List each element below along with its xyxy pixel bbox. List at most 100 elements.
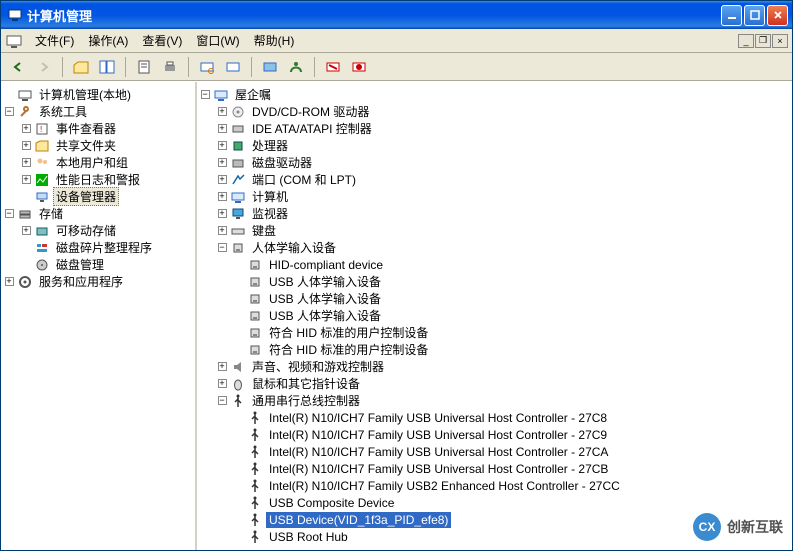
- menu-window[interactable]: 窗口(W): [190, 30, 245, 51]
- watermark-text: 创新互联: [727, 517, 783, 537]
- mdi-minimize-button[interactable]: _: [738, 34, 754, 48]
- tree-item[interactable]: + IDE ATA/ATAPI 控制器: [197, 120, 792, 137]
- show-hide-button[interactable]: [96, 56, 118, 78]
- close-button[interactable]: [767, 5, 788, 26]
- expand-icon[interactable]: +: [214, 376, 230, 392]
- expand-icon[interactable]: +: [18, 172, 34, 188]
- collapse-icon[interactable]: −: [197, 87, 213, 103]
- mdi-restore-button[interactable]: ❐: [755, 34, 771, 48]
- tree-item-label: USB Root Hub: [266, 529, 351, 545]
- hid-icon: [247, 291, 263, 307]
- titlebar[interactable]: 计算机管理: [1, 1, 792, 29]
- storage-icon: [17, 206, 33, 222]
- tree-item[interactable]: − 存储: [1, 205, 195, 222]
- left-tree-pane[interactable]: 计算机管理(本地) − 系统工具 +! 事件查看器 + 共享文件夹 + 本地用户…: [1, 82, 197, 550]
- expand-icon[interactable]: +: [214, 223, 230, 239]
- pc-icon: [213, 87, 229, 103]
- tree-item[interactable]: 磁盘碎片整理程序: [1, 239, 195, 256]
- tree-item[interactable]: HID-compliant device: [197, 256, 792, 273]
- toolbar-icon-1[interactable]: [259, 56, 281, 78]
- expand-icon[interactable]: +: [214, 189, 230, 205]
- minimize-button[interactable]: [721, 5, 742, 26]
- menu-view[interactable]: 查看(V): [136, 30, 188, 51]
- tree-item[interactable]: Intel(R) N10/ICH7 Family USB Universal H…: [197, 460, 792, 477]
- tree-item[interactable]: + 计算机: [197, 188, 792, 205]
- expand-icon[interactable]: +: [18, 223, 34, 239]
- tree-item[interactable]: 设备管理器: [1, 188, 195, 205]
- forward-button[interactable]: [33, 56, 55, 78]
- tools-icon: [17, 104, 33, 120]
- collapse-icon[interactable]: −: [1, 104, 17, 120]
- back-button[interactable]: [7, 56, 29, 78]
- tree-item[interactable]: USB 人体学输入设备: [197, 307, 792, 324]
- print-button[interactable]: [159, 56, 181, 78]
- tree-item[interactable]: Intel(R) N10/ICH7 Family USB2 Enhanced H…: [197, 477, 792, 494]
- mdi-close-button[interactable]: ×: [772, 34, 788, 48]
- tree-item[interactable]: + 端口 (COM 和 LPT): [197, 171, 792, 188]
- expand-icon[interactable]: +: [18, 155, 34, 171]
- tree-item[interactable]: − 通用串行总线控制器: [197, 392, 792, 409]
- expand-icon[interactable]: +: [214, 121, 230, 137]
- toolbar-icon-2[interactable]: [285, 56, 307, 78]
- toolbar-icon-4[interactable]: [348, 56, 370, 78]
- expand-icon[interactable]: +: [18, 138, 34, 154]
- tree-item[interactable]: − 系统工具: [1, 103, 195, 120]
- tree-item-label: USB Composite Device: [266, 495, 397, 511]
- tree-item[interactable]: + 可移动存储: [1, 222, 195, 239]
- tree-item[interactable]: Intel(R) N10/ICH7 Family USB Universal H…: [197, 443, 792, 460]
- mmc-icon: [5, 32, 23, 50]
- tree-item[interactable]: + 监视器: [197, 205, 792, 222]
- tree-item[interactable]: +! 事件查看器: [1, 120, 195, 137]
- tree-item[interactable]: + 共享文件夹: [1, 137, 195, 154]
- tree-item[interactable]: + 键盘: [197, 222, 792, 239]
- tree-item[interactable]: + 性能日志和警报: [1, 171, 195, 188]
- expand-icon[interactable]: +: [1, 274, 17, 290]
- tree-item[interactable]: + 服务和应用程序: [1, 273, 195, 290]
- usb-icon: [247, 427, 263, 443]
- expand-icon[interactable]: +: [18, 121, 34, 137]
- expand-icon[interactable]: +: [214, 172, 230, 188]
- tree-item[interactable]: 磁盘管理: [1, 256, 195, 273]
- expand-icon[interactable]: +: [214, 138, 230, 154]
- refresh-button[interactable]: [222, 56, 244, 78]
- monitor-icon: [230, 206, 246, 222]
- tree-item[interactable]: + 磁盘驱动器: [197, 154, 792, 171]
- tree-item[interactable]: 符合 HID 标准的用户控制设备: [197, 324, 792, 341]
- toolbar: [1, 53, 792, 81]
- tree-item[interactable]: 符合 HID 标准的用户控制设备: [197, 341, 792, 358]
- scan-button[interactable]: [196, 56, 218, 78]
- tree-item[interactable]: 计算机管理(本地): [1, 86, 195, 103]
- window-title: 计算机管理: [27, 6, 721, 25]
- right-tree-pane[interactable]: − 屋企嘱 + DVD/CD-ROM 驱动器 + IDE ATA/ATAPI 控…: [197, 82, 792, 550]
- maximize-button[interactable]: [744, 5, 765, 26]
- tree-item[interactable]: Intel(R) N10/ICH7 Family USB Universal H…: [197, 409, 792, 426]
- properties-button[interactable]: [133, 56, 155, 78]
- expand-icon[interactable]: +: [214, 155, 230, 171]
- toolbar-icon-3[interactable]: [322, 56, 344, 78]
- tree-item-label: Intel(R) N10/ICH7 Family USB2 Enhanced H…: [266, 478, 623, 494]
- tree-item[interactable]: − 人体学输入设备: [197, 239, 792, 256]
- up-button[interactable]: [70, 56, 92, 78]
- menu-help[interactable]: 帮助(H): [248, 30, 301, 51]
- tree-item[interactable]: + 处理器: [197, 137, 792, 154]
- expand-icon[interactable]: +: [214, 359, 230, 375]
- menu-file[interactable]: 文件(F): [29, 30, 80, 51]
- tree-item[interactable]: + 声音、视频和游戏控制器: [197, 358, 792, 375]
- mouse-icon: [230, 376, 246, 392]
- tree-item[interactable]: USB 人体学输入设备: [197, 290, 792, 307]
- collapse-icon[interactable]: −: [214, 240, 230, 256]
- tree-item[interactable]: Intel(R) N10/ICH7 Family USB Universal H…: [197, 426, 792, 443]
- expand-icon[interactable]: +: [214, 206, 230, 222]
- tree-item[interactable]: USB Composite Device: [197, 494, 792, 511]
- tree-item[interactable]: USB 人体学输入设备: [197, 273, 792, 290]
- expand-icon[interactable]: +: [214, 104, 230, 120]
- usb-icon: [247, 495, 263, 511]
- menu-action[interactable]: 操作(A): [82, 30, 134, 51]
- ide-icon: [230, 121, 246, 137]
- collapse-icon[interactable]: −: [1, 206, 17, 222]
- tree-item[interactable]: + DVD/CD-ROM 驱动器: [197, 103, 792, 120]
- tree-item[interactable]: + 鼠标和其它指针设备: [197, 375, 792, 392]
- tree-item[interactable]: − 屋企嘱: [197, 86, 792, 103]
- collapse-icon[interactable]: −: [214, 393, 230, 409]
- tree-item[interactable]: + 本地用户和组: [1, 154, 195, 171]
